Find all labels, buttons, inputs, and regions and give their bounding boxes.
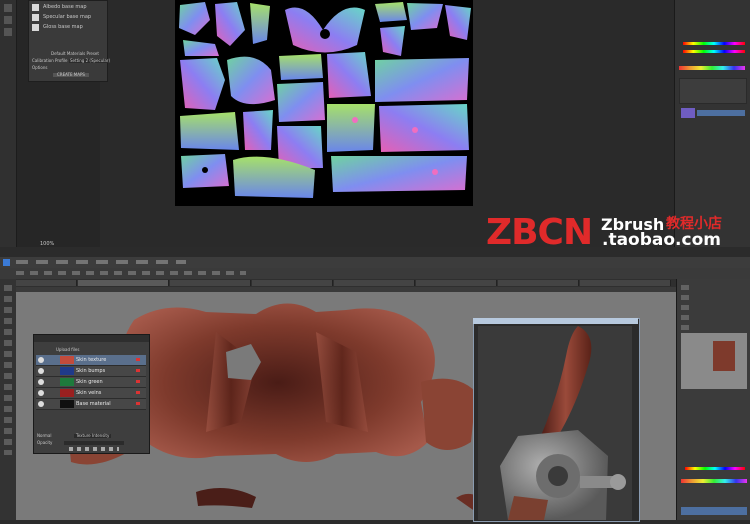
map-generator-panel: Albedo base map Specular base map Gloss … [28,0,112,82]
opacity-slider[interactable] [64,441,124,445]
visibility-icon[interactable] [38,368,44,374]
visibility-icon[interactable] [38,390,44,396]
document-tab-strip [16,279,676,287]
uv-normal-map-image [175,0,473,206]
map-row-label: Specular base map [43,14,92,20]
tool-icon[interactable] [4,4,12,12]
layer-flag-icon [136,369,140,372]
map-row-label: Albedo base map [43,4,87,10]
3d-render[interactable] [478,326,632,520]
layer-flag-icon [136,380,140,383]
document-tab[interactable] [170,280,251,286]
layer-label: Base material [76,401,111,407]
document-tab[interactable] [252,280,333,286]
visibility-icon[interactable] [38,357,44,363]
calibration-label: Calibration Profile [32,58,68,63]
layer-swatch [60,389,74,397]
layer-row[interactable]: Skin texture [36,355,146,366]
color-slider-bar[interactable] [683,50,745,53]
watermark-store-name: 教程小店 [666,216,722,232]
tool-icon[interactable] [4,28,12,36]
layer-flag-icon [136,402,140,405]
top-right-panels [674,0,750,247]
top-tool-strip [0,0,17,247]
create-maps-button[interactable]: CREATE MAPS [53,73,89,77]
layer-swatch [60,356,74,364]
layer-flag-icon [136,358,140,361]
map-thumbnail [32,24,39,31]
layer-swatch [60,378,74,386]
document-tab[interactable] [334,280,415,286]
layer-swatch [60,400,74,408]
layers-dialog: Upload files Skin texture Skin bumps Ski… [33,334,150,454]
options-controls[interactable] [16,271,246,275]
preset-section-title: Default Materials Preset [51,51,99,56]
uv-islands-illustration [179,2,471,198]
layer-row[interactable]: Base material [36,399,146,410]
layer-swatch [60,367,74,375]
layer-row[interactable]: Skin green [36,377,146,388]
document-tab[interactable] [580,280,671,286]
texture-intensity-select[interactable]: Texture Intensity [74,434,112,438]
opacity-label: Opacity [37,440,53,445]
layer-label: Skin green [76,379,103,385]
tool-icon[interactable] [4,285,12,455]
tool-icon[interactable] [4,16,12,24]
color-slider-bar[interactable] [683,42,745,45]
map-thumbnail [32,4,39,11]
dialog-title: Upload files [56,347,80,352]
layer-label: Skin texture [76,357,107,363]
blend-mode-select[interactable]: Normal [37,434,51,438]
layer-row[interactable]: Skin bumps [36,366,146,377]
app-logo-icon [3,259,10,266]
navigator-thumbnail-texture [713,341,735,371]
color-slider-bar[interactable] [685,467,745,470]
watermark-domain: .taobao.com [602,230,721,250]
document-tab[interactable] [416,280,497,286]
selected-layer-row[interactable] [681,507,747,515]
swatches-strip[interactable] [679,66,745,70]
calibration-select[interactable]: Setting 2 (Specular) [69,59,112,63]
viewport-titlebar[interactable] [473,318,638,324]
visibility-icon[interactable] [38,401,44,407]
map-thumbnail [32,14,39,21]
zoom-status: 100% [40,241,55,247]
layer-label: Skin veins [76,390,102,396]
creature-model-render [500,326,626,520]
dialog-title-strip [34,335,149,342]
map-row[interactable]: Specular base map [32,13,102,22]
layer-label: Skin bumps [76,368,106,374]
layer-flag-icon [136,391,140,394]
panel-block [679,78,747,104]
map-row-label: Gloss base map [43,24,83,30]
options-label: Options [32,65,48,70]
map-row[interactable]: Gloss base map [32,23,102,32]
map-row[interactable]: Albedo base map [32,3,102,12]
document-tab-active[interactable] [78,280,169,286]
selected-layer-row[interactable] [697,110,745,116]
visibility-icon[interactable] [38,379,44,385]
layer-row[interactable]: Skin veins [36,388,146,399]
document-tab[interactable] [498,280,579,286]
menu-items-strip[interactable] [16,260,186,264]
document-tab[interactable] [16,280,77,286]
watermark-brand: ZBCN [486,212,593,253]
bottom-right-panels [676,279,750,520]
dialog-action-icons[interactable] [69,447,119,451]
swatches-strip[interactable] [681,479,747,483]
bottom-tool-strip [0,279,17,520]
layer-thumbnail[interactable] [681,108,695,118]
